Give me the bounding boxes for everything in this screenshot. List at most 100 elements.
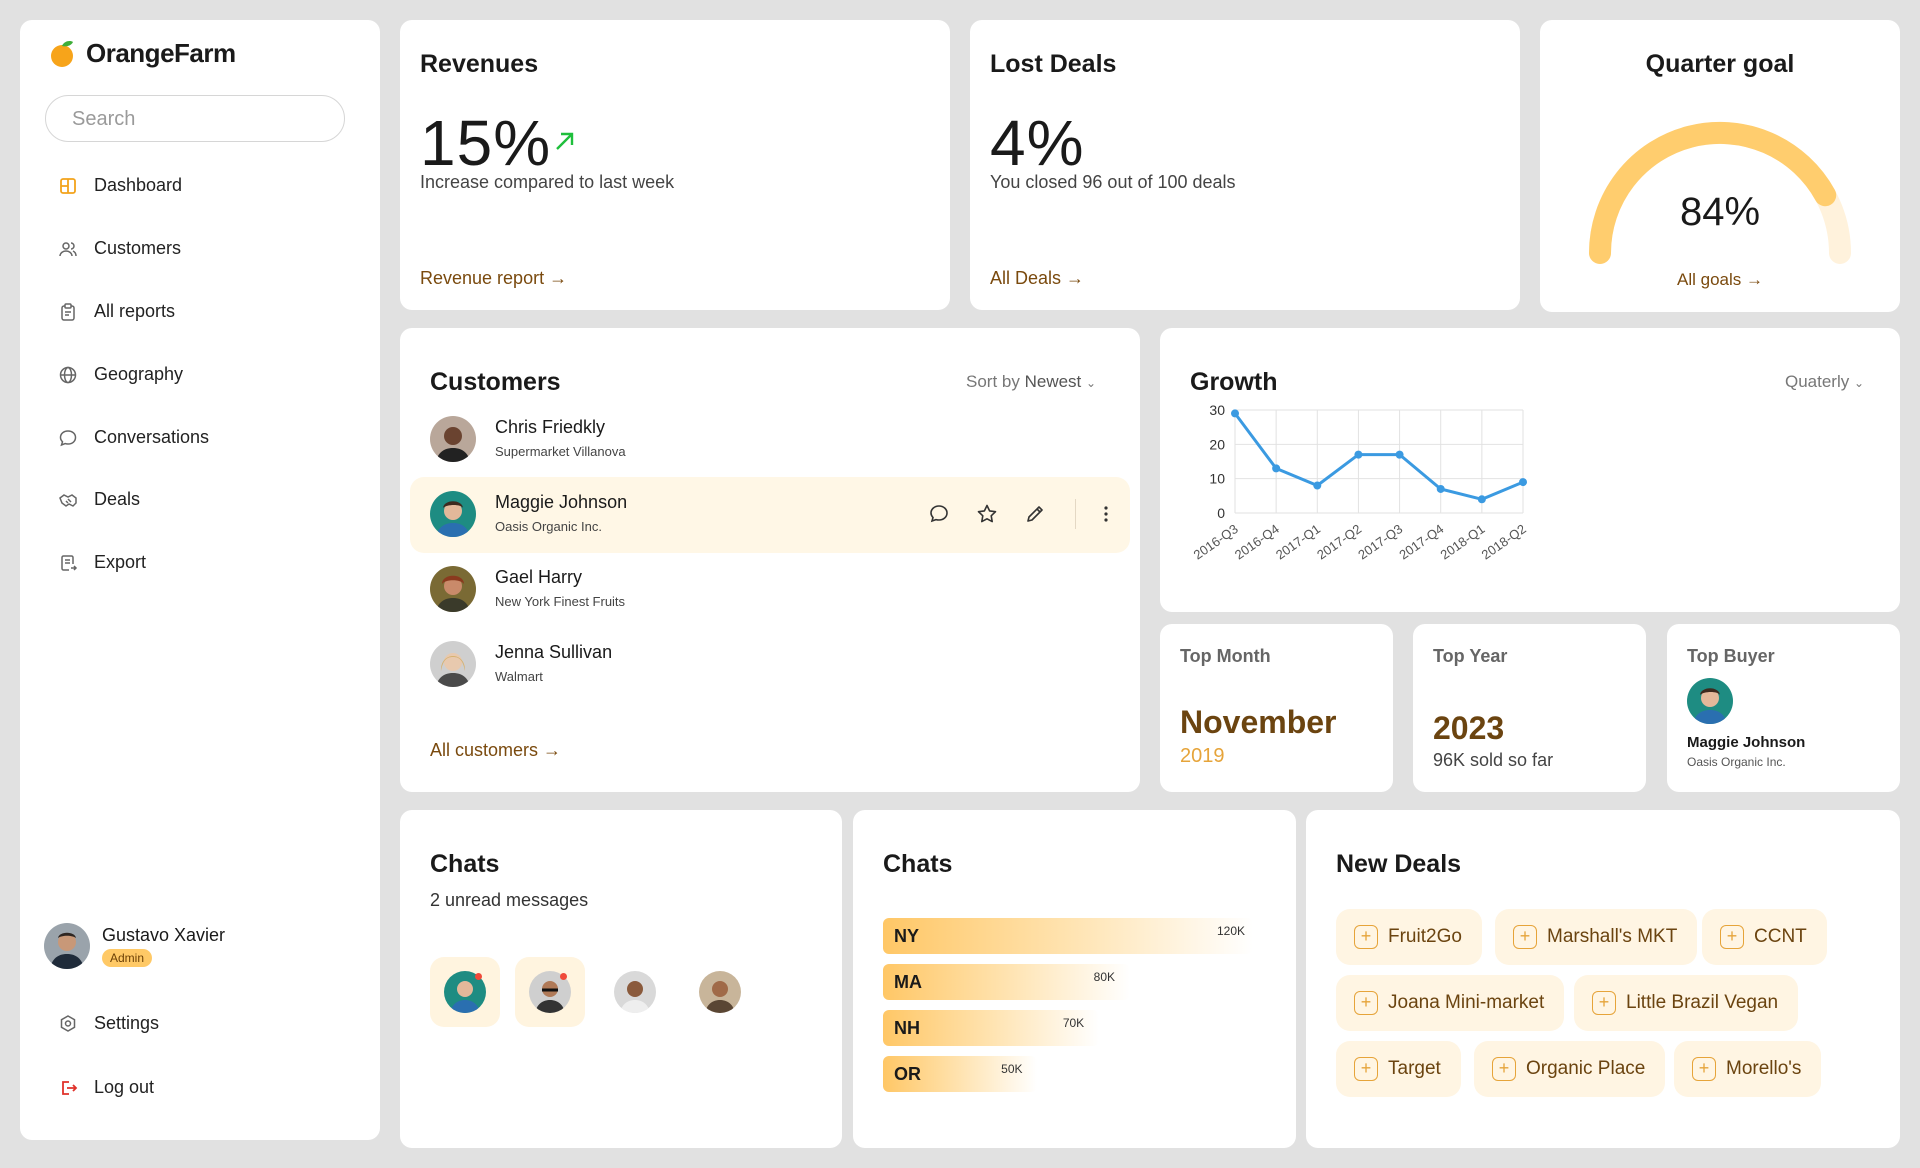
x-tick-label: 2018-Q1 (1438, 521, 1488, 562)
deal-chip[interactable]: + Organic Place (1474, 1041, 1666, 1097)
top-buyer-company: Oasis Organic Inc. (1687, 755, 1786, 769)
data-point (1354, 450, 1363, 459)
all-goals-link[interactable]: All goals → (1540, 270, 1900, 290)
deal-chip[interactable]: + Fruit2Go (1336, 909, 1482, 965)
x-tick-label: 2017-Q2 (1314, 521, 1364, 562)
star-icon[interactable] (976, 503, 998, 525)
series-line (1233, 412, 1524, 501)
deal-chip[interactable]: + Target (1336, 1041, 1461, 1097)
avatar (699, 971, 741, 1013)
arrow-right-icon: → (1746, 270, 1763, 289)
customer-row[interactable]: Gael Harry New York Finest Fruits (410, 552, 1130, 628)
all-deals-link[interactable]: All Deals → (990, 268, 1084, 289)
unread-dot (475, 973, 482, 980)
dashboard-icon (60, 177, 76, 194)
plus-icon: + (1513, 925, 1537, 949)
data-point (1477, 495, 1486, 504)
avatar (44, 923, 90, 969)
more-vertical-icon[interactable] (1095, 503, 1117, 525)
all-customers-link[interactable]: All customers → (430, 740, 561, 761)
plus-icon: + (1354, 1057, 1378, 1081)
plus-icon: + (1492, 1057, 1516, 1081)
gear-icon (60, 1014, 76, 1032)
plus-icon: + (1592, 991, 1616, 1015)
user-name: Gustavo Xavier (102, 925, 226, 945)
customer-row[interactable]: Chris Friedkly Supermarket Villanova (410, 402, 1130, 478)
sidebar-item-deals[interactable]: Deals (58, 489, 140, 510)
data-point (1272, 464, 1281, 473)
y-tick-label: 20 (1209, 436, 1225, 452)
settings-link[interactable]: Settings (58, 1013, 159, 1034)
period-dropdown[interactable]: Quaterly ⌄ (1785, 372, 1864, 392)
top-buyer-card: Top Buyer Maggie Johnson Oasis Organic I… (1667, 624, 1900, 792)
settings-label: Settings (94, 1013, 160, 1033)
users-icon (59, 241, 77, 256)
bar (883, 918, 1253, 954)
sidebar-item-dashboard[interactable]: Dashboard (58, 175, 182, 196)
sidebar-item-geography[interactable]: Geography (58, 364, 183, 385)
growth-card: Growth Quaterly ⌄ 0 10 20 30 2016-Q3 2016-Q4 2… (1160, 328, 1900, 612)
data-point (1519, 478, 1527, 487)
chat-contact[interactable] (515, 957, 585, 1027)
sidebar-item-label: Export (94, 552, 147, 572)
customer-name: Jenna Sullivan (495, 642, 613, 662)
bar-value-label: 80K (1093, 970, 1116, 984)
top-month-label: Top Month (1180, 646, 1271, 666)
logout-label: Log out (94, 1077, 155, 1097)
revenue-report-link[interactable]: Revenue report → (420, 268, 567, 289)
clipboard-icon (61, 302, 75, 321)
top-year-value: 2023 (1433, 710, 1505, 746)
logout-link[interactable]: Log out (58, 1077, 154, 1098)
search-input[interactable]: Search (45, 95, 345, 142)
sort-dropdown[interactable]: Sort by Newest ⌄ (966, 372, 1096, 392)
chat-contact[interactable] (430, 957, 500, 1027)
top-year-label: Top Year (1433, 646, 1508, 666)
orange-logo-icon (51, 40, 73, 67)
chat-contact[interactable] (600, 957, 670, 1027)
deal-chip[interactable]: + Morello's (1674, 1041, 1822, 1097)
sidebar-item-all-reports[interactable]: All reports (58, 301, 175, 322)
x-tick-label: 2016-Q4 (1232, 521, 1282, 562)
brand-logo[interactable]: OrangeFarm (48, 38, 236, 69)
sidebar-item-customers[interactable]: Customers (58, 238, 181, 259)
chats-title: Chats (430, 850, 500, 878)
chat-contact[interactable] (685, 957, 755, 1027)
handshake-icon (59, 493, 77, 507)
avatar (614, 971, 656, 1013)
user-profile[interactable]: Gustavo Xavier Admin (44, 923, 225, 969)
pencil-icon[interactable] (1024, 503, 1046, 525)
bar-label: MA (894, 972, 922, 992)
avatar (430, 641, 476, 687)
deal-chip[interactable]: + Marshall's MKT (1495, 909, 1698, 965)
bar-row: MA 80K (883, 964, 1263, 1000)
chats-bars-title: Chats (883, 850, 953, 878)
top-month-value: November (1180, 704, 1337, 740)
top-year-card: Top Year 2023 96K sold so far (1413, 624, 1646, 792)
sidebar-item-conversations[interactable]: Conversations (58, 427, 209, 448)
data-point (1313, 481, 1322, 490)
customer-row[interactable]: Jenna Sullivan Walmart (410, 627, 1130, 703)
revenues-value: 15% (420, 107, 552, 179)
customer-company: Supermarket Villanova (495, 444, 626, 459)
customer-row[interactable]: Maggie Johnson Oasis Organic Inc. (410, 477, 1130, 553)
divider (1075, 499, 1076, 529)
customer-name: Gael Harry (495, 567, 583, 587)
customers-title: Customers (430, 368, 561, 396)
customer-company: Walmart (495, 669, 543, 684)
bar-row: OR 50K (883, 1056, 1263, 1092)
deal-chip[interactable]: + Joana Mini-market (1336, 975, 1565, 1031)
x-tick-label: 2018-Q2 (1479, 521, 1529, 562)
sidebar-item-export[interactable]: Export (58, 552, 146, 573)
sidebar-item-label: Dashboard (94, 175, 183, 195)
chat-bubble-icon[interactable] (928, 503, 950, 525)
deal-chip[interactable]: + CCNT (1702, 909, 1827, 965)
top-year-sub: 96K sold so far (1433, 750, 1554, 770)
avatar[interactable] (1687, 678, 1733, 724)
bar-label: OR (894, 1064, 921, 1084)
arrow-right-icon: → (543, 740, 562, 760)
plus-icon: + (1720, 925, 1744, 949)
top-buyer-name: Maggie Johnson (1687, 734, 1806, 751)
deal-chip[interactable]: + Little Brazil Vegan (1574, 975, 1799, 1031)
y-tick-label: 10 (1209, 471, 1225, 487)
growth-title: Growth (1190, 368, 1278, 396)
